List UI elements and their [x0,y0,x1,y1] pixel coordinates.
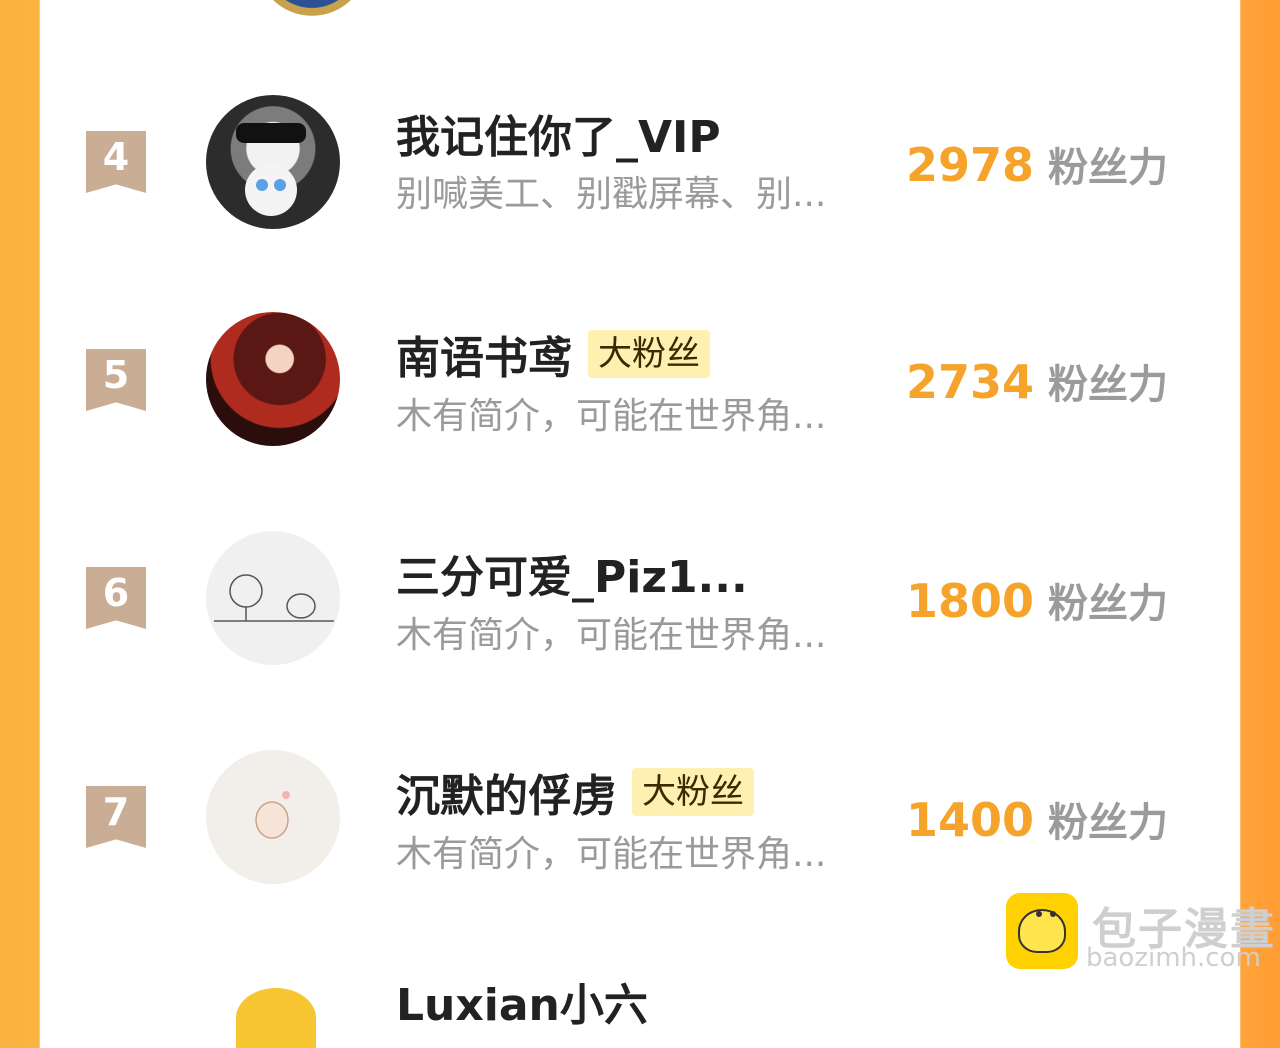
avatar[interactable] [206,95,340,229]
fan-power-unit: 粉丝力 [1048,800,1168,846]
avatar[interactable] [236,988,316,1048]
user-name[interactable]: 三分可爱_Piz1... [396,541,748,605]
big-fan-badge: 大粉丝 [588,330,710,378]
avatar[interactable] [206,750,340,884]
avatar-partial-top[interactable] [256,0,368,16]
user-name[interactable]: 南语书鸢 [396,322,572,386]
fan-power-value: 2734 [905,355,1034,409]
fan-power-unit: 粉丝力 [1048,581,1168,627]
user-name[interactable]: 我记住你了_VIP [396,101,721,165]
user-name[interactable]: Luxian小六 [396,976,648,1036]
fan-power-score: 2978 粉丝力 [906,135,1168,193]
rank-badge: 4 [86,131,146,193]
fan-power-unit: 粉丝力 [1048,145,1168,191]
list-item[interactable]: 4 我记住你了_VIP 别喊美工、别戳屏幕、别... 2978 粉丝力 [40,95,1240,275]
fan-power-unit: 粉丝力 [1048,362,1168,408]
user-bio: 木有简介，可能在世界角... [396,834,827,875]
bun-logo-icon [1006,893,1078,969]
fan-power-value: 1400 [905,793,1034,847]
fan-power-value: 1800 [905,574,1034,628]
list-item[interactable]: 6 三分可爱_Piz1... 木有简介，可能在世界角... 1800 粉丝力 [40,531,1240,711]
fan-power-score: 2734 粉丝力 [906,352,1168,410]
watermark: 包子漫畫 baozimh.com [1006,893,1280,973]
user-bio: 别喊美工、别戳屏幕、别... [396,174,827,215]
avatar[interactable] [206,312,340,446]
big-fan-badge: 大粉丝 [632,768,754,816]
watermark-url: baozimh.com [1086,943,1261,973]
fan-power-value: 2978 [905,138,1034,192]
list-item-partial[interactable]: Luxian小六 [40,970,1240,1048]
fan-power-score: 1400 粉丝力 [906,790,1168,848]
user-name[interactable]: 沉默的俘虏 [396,760,616,824]
fan-power-score: 1800 粉丝力 [906,571,1168,629]
user-bio: 木有简介，可能在世界角... [396,615,827,656]
avatar[interactable] [206,531,340,665]
ranking-panel: 4 我记住你了_VIP 别喊美工、别戳屏幕、别... 2978 粉丝力 5 南语… [40,0,1274,1048]
rank-badge: 5 [86,349,146,411]
rank-badge: 7 [86,786,146,848]
user-bio: 木有简介，可能在世界角... [396,396,827,437]
list-item[interactable]: 5 南语书鸢 大粉丝 木有简介，可能在世界角... 2734 粉丝力 [40,312,1240,492]
rank-badge: 6 [86,567,146,629]
